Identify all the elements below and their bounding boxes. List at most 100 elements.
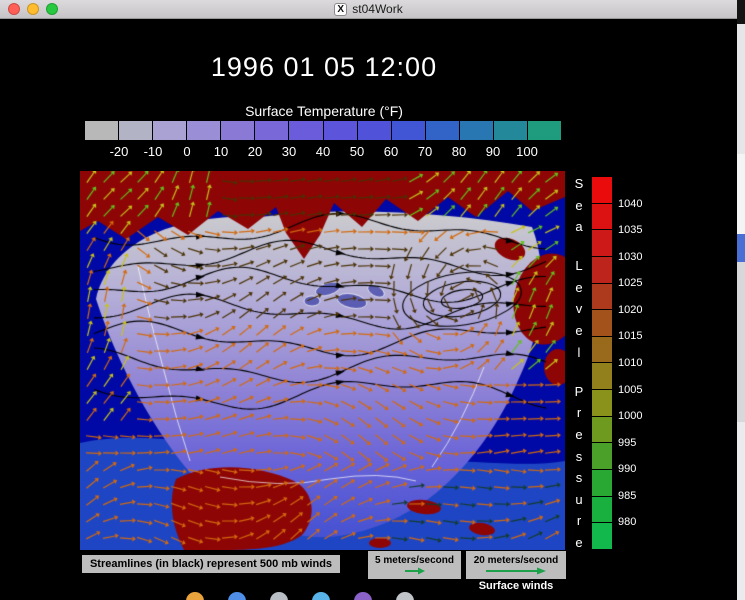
pressure-color-segment <box>592 417 612 443</box>
pressure-axis-letter: r <box>577 514 581 527</box>
temp-tick-label: 80 <box>452 144 466 159</box>
pressure-axis-letter: e <box>575 281 582 294</box>
pressure-colorbar <box>592 177 612 549</box>
pressure-axis-letter: e <box>575 428 582 441</box>
sliver-segment <box>737 262 745 422</box>
pressure-color-segment <box>592 470 612 496</box>
sliver-segment <box>737 422 745 600</box>
pressure-axis-label: SeaLevelPressure <box>571 177 587 549</box>
temp-color-segment <box>426 121 459 140</box>
pressure-tick-label: 1030 <box>618 251 642 263</box>
pressure-tick-label: 980 <box>618 516 636 528</box>
pressure-color-segment <box>592 177 612 203</box>
wind-legend-20ms: 20 meters/second <box>466 551 566 579</box>
temperature-colorbar <box>85 121 561 140</box>
pressure-axis-letter: s <box>576 450 583 463</box>
pressure-tick-label: 1040 <box>618 198 642 210</box>
pressure-axis-letter: P <box>575 385 584 398</box>
temp-color-segment <box>494 121 527 140</box>
background-window-sliver[interactable] <box>737 0 745 600</box>
pressure-axis-letter: a <box>575 220 582 233</box>
pressure-axis-letter: L <box>575 259 582 272</box>
streamlines-legend: Streamlines (in black) represent 500 mb … <box>82 555 340 573</box>
minimize-button[interactable] <box>27 3 39 15</box>
pressure-tick-label: 1010 <box>618 357 642 369</box>
temp-tick-label: -10 <box>144 144 163 159</box>
wind-legend-20ms-label: 20 meters/second <box>474 555 559 566</box>
x11-icon: X <box>334 3 347 16</box>
temp-color-segment <box>187 121 220 140</box>
pressure-color-segment <box>592 497 612 523</box>
pressure-tick-label: 1035 <box>618 224 642 236</box>
pressure-axis-letter: s <box>576 471 583 484</box>
pressure-tick-label: 985 <box>618 490 636 502</box>
wind-arrow-large-icon <box>485 567 547 575</box>
weather-map <box>80 171 565 550</box>
surface-winds-label: Surface winds <box>456 580 576 592</box>
pressure-axis-letter: e <box>575 199 582 212</box>
temp-tick-label: 100 <box>516 144 538 159</box>
pressure-axis-letter: S <box>575 177 584 190</box>
temp-tick-label: 70 <box>418 144 432 159</box>
pressure-axis-letter: v <box>576 302 583 315</box>
sliver-segment <box>737 24 745 154</box>
pressure-color-segment <box>592 284 612 310</box>
temp-color-segment <box>460 121 493 140</box>
temp-color-segment <box>392 121 425 140</box>
zoom-button[interactable] <box>46 3 58 15</box>
pressure-axis-letter: e <box>575 324 582 337</box>
window-title: st04Work <box>352 2 402 16</box>
temperature-scale-title: Surface Temperature (°F) <box>0 103 648 119</box>
pressure-color-segment <box>592 443 612 469</box>
temp-color-segment <box>324 121 357 140</box>
pressure-color-segment <box>592 337 612 363</box>
pressure-tick-label: 990 <box>618 463 636 475</box>
temp-color-segment <box>153 121 186 140</box>
temp-tick-label: 10 <box>214 144 228 159</box>
pressure-axis-letter: l <box>578 346 581 359</box>
sliver-segment <box>737 234 745 262</box>
sliver-segment <box>737 154 745 234</box>
pressure-color-segment <box>592 310 612 336</box>
wind-arrow-small-icon <box>404 567 426 575</box>
pressure-tick-label: 1020 <box>618 304 642 316</box>
temp-color-segment <box>358 121 391 140</box>
pressure-axis-letter: u <box>575 493 582 506</box>
temp-color-segment <box>528 121 561 140</box>
temp-tick-label: 60 <box>384 144 398 159</box>
close-button[interactable] <box>8 3 20 15</box>
pressure-tick-label: 1005 <box>618 384 642 396</box>
pressure-tick-labels: 1040 1035 1030 1025 1020 1015 1010 1005 1000 995 9… <box>618 177 660 549</box>
temp-tick-label: 40 <box>316 144 330 159</box>
pressure-tick-label: 1015 <box>618 330 642 342</box>
pressure-tick-label: 1025 <box>618 277 642 289</box>
pressure-color-segment <box>592 230 612 256</box>
window-titlebar[interactable]: X st04Work <box>0 0 737 19</box>
temp-color-segment <box>255 121 288 140</box>
pressure-axis-letter: r <box>577 406 581 419</box>
window-title-group: X st04Work <box>334 2 402 16</box>
pressure-color-segment <box>592 257 612 283</box>
temp-tick-label: 50 <box>350 144 364 159</box>
temp-color-segment <box>221 121 254 140</box>
pressure-tick-label: 1000 <box>618 410 642 422</box>
temp-tick-label: 90 <box>486 144 500 159</box>
temp-tick-label: -20 <box>110 144 129 159</box>
desktop: X st04Work 1996 01 05 12:00 Surface Temp… <box>0 0 745 600</box>
pressure-tick-label: 995 <box>618 437 636 449</box>
temp-color-segment <box>119 121 152 140</box>
sliver-segment <box>737 0 745 24</box>
wind-legend-5ms: 5 meters/second <box>368 551 461 579</box>
pressure-color-segment <box>592 204 612 230</box>
temperature-tick-labels: -20 -10 0 10 20 30 40 50 60 70 80 90 100 <box>85 144 561 160</box>
temp-tick-label: 0 <box>183 144 190 159</box>
temp-tick-label: 30 <box>282 144 296 159</box>
temp-color-segment <box>85 121 118 140</box>
temp-tick-label: 20 <box>248 144 262 159</box>
pressure-axis-letter: e <box>575 536 582 549</box>
pressure-color-segment <box>592 523 612 549</box>
pressure-color-segment <box>592 363 612 389</box>
pressure-color-segment <box>592 390 612 416</box>
wind-legend-5ms-label: 5 meters/second <box>375 555 454 566</box>
temp-color-segment <box>289 121 322 140</box>
